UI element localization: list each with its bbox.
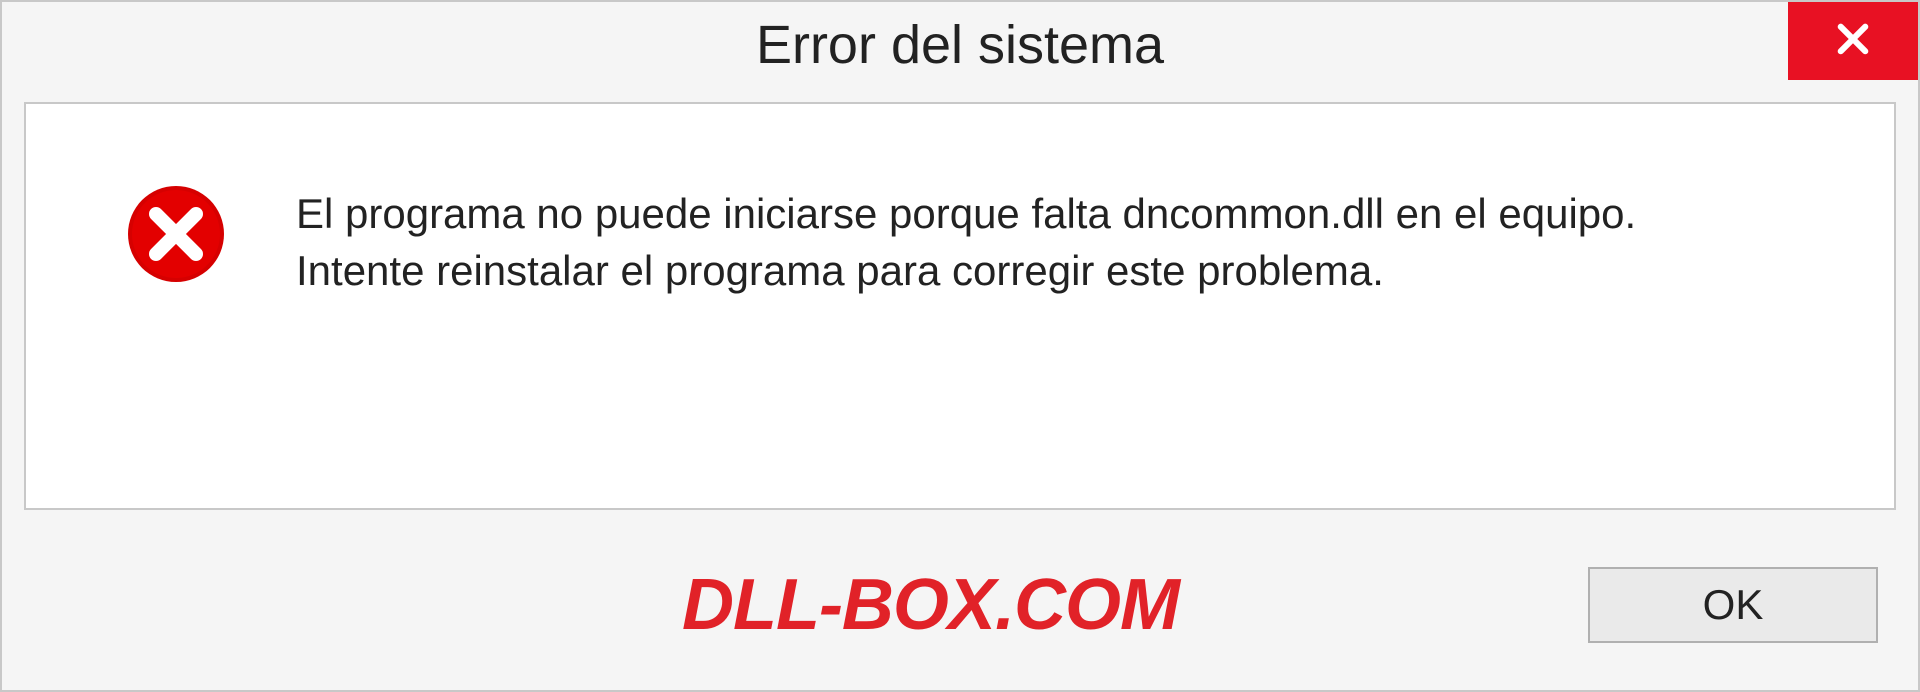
dialog-title: Error del sistema: [756, 14, 1164, 76]
error-icon: [126, 184, 226, 289]
close-icon: [1832, 18, 1874, 65]
message-line-1: El programa no puede iniciarse porque fa…: [296, 186, 1636, 243]
ok-button[interactable]: OK: [1588, 567, 1878, 643]
message-line-2: Intente reinstalar el programa para corr…: [296, 243, 1636, 300]
error-dialog: Error del sistema El programa no puede i…: [0, 0, 1920, 692]
dialog-footer: DLL-BOX.COM OK: [2, 520, 1918, 690]
close-button[interactable]: [1788, 2, 1918, 80]
titlebar: Error del sistema: [2, 2, 1918, 88]
error-message: El programa no puede iniciarse porque fa…: [296, 174, 1636, 299]
content-panel: El programa no puede iniciarse porque fa…: [24, 102, 1896, 510]
watermark-text: DLL-BOX.COM: [682, 564, 1179, 646]
